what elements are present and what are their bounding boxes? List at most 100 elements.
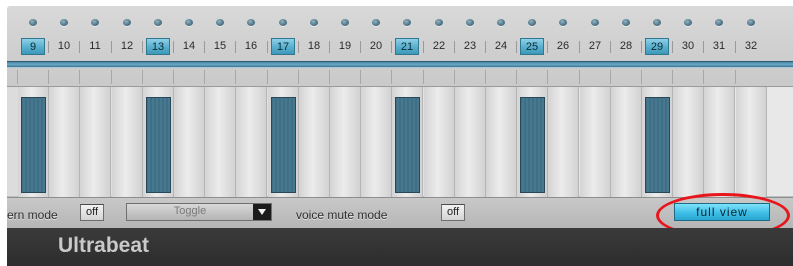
step-number-24[interactable]: 24 <box>489 38 513 55</box>
step-column-12[interactable] <box>112 87 143 197</box>
step-number-27[interactable]: 27 <box>583 38 607 55</box>
app-brand: Ultrabeat <box>58 234 150 257</box>
accent-cell-divider <box>703 70 704 84</box>
pattern-mode-field[interactable]: off <box>80 204 105 221</box>
step-led <box>747 19 755 26</box>
step-number-19[interactable]: 19 <box>333 38 357 55</box>
step-column-18[interactable] <box>299 87 330 197</box>
accent-cell-divider <box>423 70 424 84</box>
step-number-separator <box>360 41 361 53</box>
step-column-26[interactable] <box>548 87 579 197</box>
step-column-30[interactable] <box>673 87 704 197</box>
full-view-button[interactable]: full view <box>674 203 770 221</box>
step-number-separator <box>48 41 49 53</box>
accent-cell-divider <box>516 70 517 84</box>
step-velocity-bar[interactable] <box>520 97 545 193</box>
step-led-row <box>7 19 793 29</box>
step-column-16[interactable] <box>236 87 267 197</box>
step-number-separator <box>329 41 330 53</box>
step-column-19[interactable] <box>330 87 361 197</box>
pattern-mode-label: ern mode <box>7 208 58 222</box>
step-column-23[interactable] <box>455 87 486 197</box>
step-number-separator <box>610 41 611 53</box>
step-led <box>403 19 411 26</box>
step-velocity-bar[interactable] <box>146 97 171 193</box>
step-column-24[interactable] <box>486 87 517 197</box>
step-column-14[interactable] <box>174 87 205 197</box>
step-number-12[interactable]: 12 <box>115 38 139 55</box>
step-number-9[interactable]: 9 <box>21 38 45 55</box>
step-number-23[interactable]: 23 <box>458 38 482 55</box>
accent-cell-divider <box>672 70 673 84</box>
step-column-11[interactable] <box>80 87 111 197</box>
accent-cell-divider <box>111 70 112 84</box>
accent-cell-divider <box>610 70 611 84</box>
step-number-14[interactable]: 14 <box>177 38 201 55</box>
step-number-separator <box>111 41 112 53</box>
step-velocity-bar[interactable] <box>395 97 420 193</box>
step-range-slider[interactable] <box>7 61 793 68</box>
step-column-31[interactable] <box>704 87 735 197</box>
step-number-separator <box>516 41 517 53</box>
step-column-15[interactable] <box>205 87 236 197</box>
step-velocity-bar[interactable] <box>645 97 670 193</box>
footer-bar: Ultrabeat <box>7 228 793 266</box>
accent-cell-divider <box>173 70 174 84</box>
accent-cell-divider <box>298 70 299 84</box>
step-number-31[interactable]: 31 <box>707 38 731 55</box>
step-led <box>622 19 630 26</box>
accent-cell-divider <box>735 70 736 84</box>
step-number-11[interactable]: 11 <box>83 38 107 55</box>
step-number-18[interactable]: 18 <box>302 38 326 55</box>
step-led <box>559 19 567 26</box>
step-number-13[interactable]: 13 <box>146 38 170 55</box>
step-column-10[interactable] <box>49 87 80 197</box>
accent-cell-divider <box>454 70 455 84</box>
step-number-32[interactable]: 32 <box>739 38 763 55</box>
step-number-21[interactable]: 21 <box>395 38 419 55</box>
step-led <box>684 19 692 26</box>
accent-row <box>7 70 793 84</box>
step-column-25[interactable] <box>517 87 548 197</box>
step-column-27[interactable] <box>580 87 611 197</box>
step-number-separator <box>579 41 580 53</box>
velocity-step-area[interactable] <box>7 86 793 197</box>
step-column-20[interactable] <box>361 87 392 197</box>
accent-cell-divider <box>204 70 205 84</box>
step-number-28[interactable]: 28 <box>614 38 638 55</box>
accent-cell-divider <box>79 70 80 84</box>
pattern-mode-select[interactable]: Toggle <box>126 203 272 221</box>
step-number-20[interactable]: 20 <box>364 38 388 55</box>
step-number-29[interactable]: 29 <box>645 38 669 55</box>
step-column-17[interactable] <box>268 87 299 197</box>
step-led <box>247 19 255 26</box>
step-led <box>216 19 224 26</box>
step-number-separator <box>485 41 486 53</box>
accent-cell-divider <box>579 70 580 84</box>
dropdown-arrow-icon[interactable] <box>253 204 271 220</box>
step-column-29[interactable] <box>642 87 673 197</box>
step-number-17[interactable]: 17 <box>271 38 295 55</box>
step-column-32[interactable] <box>736 87 767 197</box>
step-number-16[interactable]: 16 <box>239 38 263 55</box>
step-number-22[interactable]: 22 <box>427 38 451 55</box>
step-number-separator <box>672 41 673 53</box>
step-velocity-bar[interactable] <box>21 97 46 193</box>
step-number-10[interactable]: 10 <box>52 38 76 55</box>
step-velocity-bar[interactable] <box>271 97 296 193</box>
step-column-21[interactable] <box>392 87 423 197</box>
step-number-15[interactable]: 15 <box>208 38 232 55</box>
step-led <box>29 19 37 26</box>
accent-cell-divider <box>391 70 392 84</box>
step-column-9[interactable] <box>18 87 49 197</box>
step-column-22[interactable] <box>424 87 455 197</box>
step-number-25[interactable]: 25 <box>520 38 544 55</box>
step-number-30[interactable]: 30 <box>676 38 700 55</box>
step-number-26[interactable]: 26 <box>551 38 575 55</box>
step-led <box>372 19 380 26</box>
step-led <box>154 19 162 26</box>
step-led <box>123 19 131 26</box>
step-column-28[interactable] <box>611 87 642 197</box>
voice-mute-mode-field[interactable]: off <box>441 204 466 221</box>
step-column-13[interactable] <box>143 87 174 197</box>
